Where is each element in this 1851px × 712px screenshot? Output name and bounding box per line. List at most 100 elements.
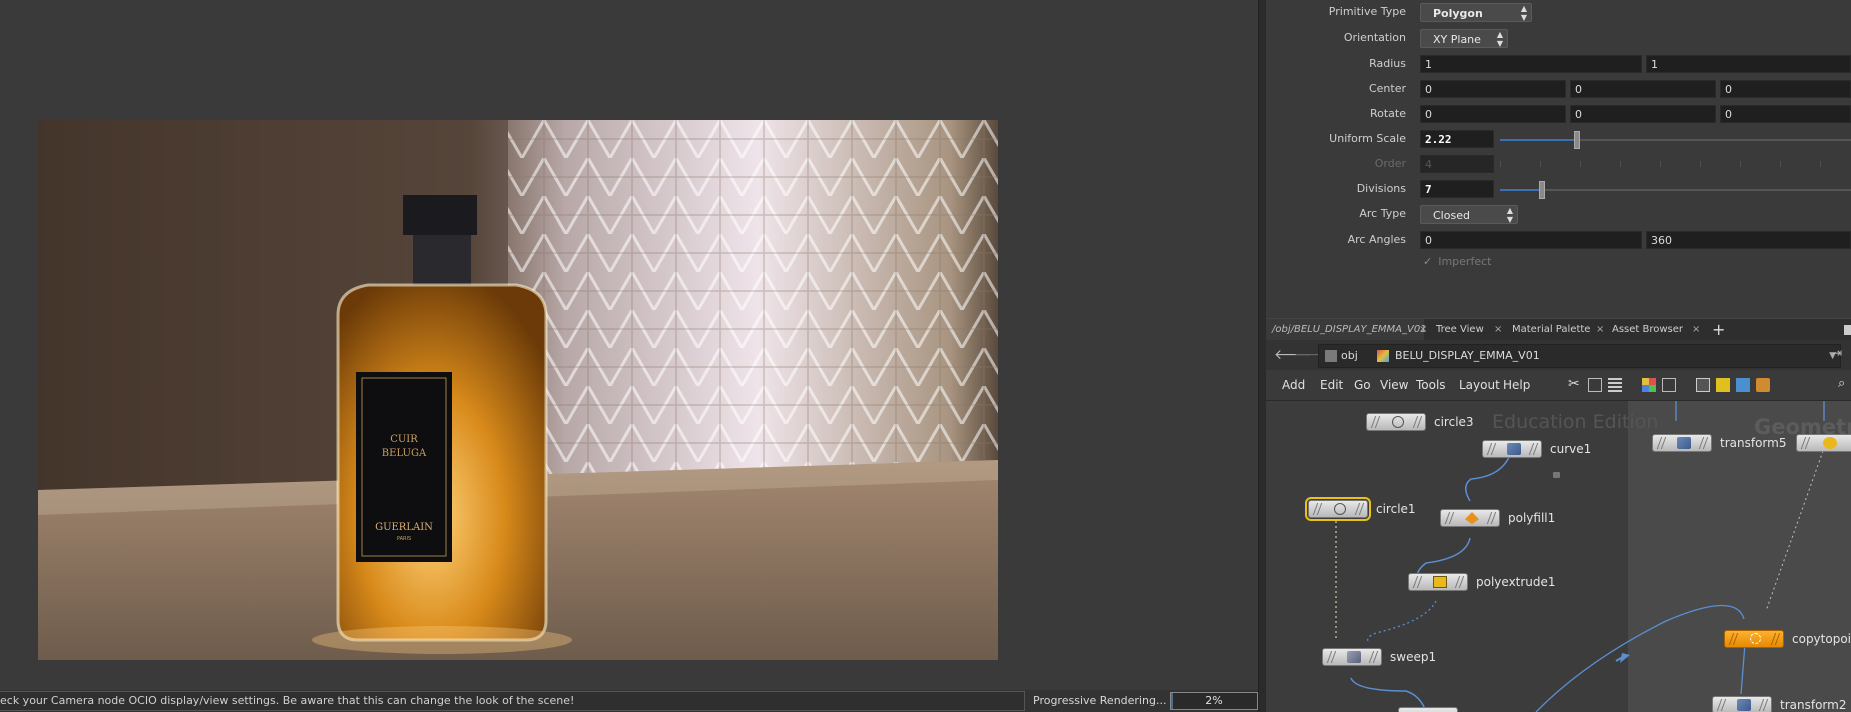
center-z-field[interactable]: 0 xyxy=(1720,80,1851,98)
dropdown-arrows-icon: ▲ ▼ xyxy=(1496,30,1503,48)
close-icon[interactable]: × xyxy=(1692,319,1700,341)
center-y-field[interactable]: 0 xyxy=(1570,80,1716,98)
param-uniform-scale: Uniform Scale 2.22 xyxy=(1266,128,1851,150)
orientation-dropdown[interactable]: XY Plane ▲ ▼ xyxy=(1420,29,1508,48)
sticky-note-icon[interactable] xyxy=(1716,378,1730,392)
arc-type-dropdown[interactable]: Closed ▲ ▼ xyxy=(1420,205,1518,224)
network-editor[interactable]: Education Edition Geometr circle3 curve1 xyxy=(1266,401,1851,712)
param-label: Radius xyxy=(1369,57,1406,70)
pin-icon[interactable]: ⇥ xyxy=(1832,346,1842,360)
imperfect-toggle[interactable]: ✓ Imperfect xyxy=(1423,255,1491,268)
node-label: transform5 xyxy=(1720,436,1787,450)
slider-handle[interactable] xyxy=(1539,181,1546,199)
tab-label: Tree View xyxy=(1436,324,1484,335)
dropdown-arrows-icon: ▲ ▼ xyxy=(1506,206,1513,224)
node-body[interactable] xyxy=(1652,434,1712,452)
bundle-icon[interactable] xyxy=(1756,378,1770,392)
transform-icon xyxy=(1737,699,1751,711)
tab-material-palette[interactable]: Material Palette xyxy=(1506,319,1600,341)
pane-menu-icon[interactable] xyxy=(1844,325,1851,335)
node-label: polyextrude1 xyxy=(1476,575,1556,589)
menu-go[interactable]: Go xyxy=(1354,370,1371,400)
grid-icon[interactable] xyxy=(1662,378,1676,392)
pane-tab-bar: /obj/BELU_DISPLAY_EMMA_V01 × Tree View ×… xyxy=(1266,318,1851,341)
list-icon[interactable] xyxy=(1608,378,1622,392)
radius-x-field[interactable]: 1 xyxy=(1420,55,1642,73)
path-root[interactable]: obj xyxy=(1341,345,1358,367)
dropdown-value: Polygon xyxy=(1433,7,1483,20)
rotate-z-field[interactable]: 0 xyxy=(1720,105,1851,123)
param-label: Uniform Scale xyxy=(1329,132,1406,145)
divisions-field[interactable]: 7 xyxy=(1420,180,1494,198)
menu-view[interactable]: View xyxy=(1380,370,1408,400)
obj-context-icon xyxy=(1325,350,1337,362)
search-icon[interactable]: ⌕ xyxy=(1838,376,1851,391)
center-x-field[interactable]: 0 xyxy=(1420,80,1566,98)
param-label: Primitive Type xyxy=(1328,5,1406,18)
close-icon[interactable]: × xyxy=(1419,319,1427,341)
menu-tools[interactable]: Tools xyxy=(1416,370,1446,400)
slider-handle[interactable] xyxy=(1574,131,1581,149)
copy-to-points-icon xyxy=(1750,633,1761,644)
render-viewport: CUIR BELUGA GUERLAIN PARIS eck your Came… xyxy=(0,0,1258,712)
node-body[interactable] xyxy=(1712,696,1772,712)
menu-layout[interactable]: Layout xyxy=(1459,370,1500,400)
path-current[interactable]: BELU_DISPLAY_EMMA_V01 xyxy=(1395,345,1540,367)
network-view-icon[interactable] xyxy=(1696,378,1710,392)
sweep-icon xyxy=(1347,651,1361,663)
node-label: circle3 xyxy=(1434,415,1474,429)
uniform-scale-slider[interactable] xyxy=(1500,131,1851,149)
uniform-scale-field[interactable]: 2.22 xyxy=(1420,130,1494,148)
status-message: eck your Camera node OCIO display/view s… xyxy=(0,691,1025,711)
divisions-slider[interactable] xyxy=(1500,181,1851,199)
node-label: sweep1 xyxy=(1390,650,1437,664)
color-palette-icon[interactable] xyxy=(1642,378,1656,392)
curve-icon xyxy=(1507,443,1521,455)
add-tab-button[interactable]: + xyxy=(1712,319,1725,341)
param-rotate: Rotate 0 0 0 xyxy=(1266,103,1851,125)
arc-angle-start-field[interactable]: 0 xyxy=(1420,231,1642,249)
node-body[interactable] xyxy=(1398,707,1458,712)
node-body[interactable] xyxy=(1440,509,1500,527)
menu-edit[interactable]: Edit xyxy=(1320,370,1343,400)
image-background-icon[interactable] xyxy=(1736,378,1750,392)
param-orientation: Orientation XY Plane ▲ ▼ xyxy=(1266,27,1851,49)
network-menu-bar: Add Edit Go View Tools Layout Help ✂ ⌕ xyxy=(1266,370,1851,401)
node-body[interactable] xyxy=(1305,497,1371,521)
node-body[interactable] xyxy=(1724,630,1784,648)
subnet-icon xyxy=(1377,350,1389,362)
close-icon[interactable]: × xyxy=(1494,319,1502,341)
node-body[interactable] xyxy=(1482,440,1542,458)
path-field[interactable]: obj BELU_DISPLAY_EMMA_V01 ▼ xyxy=(1318,344,1841,368)
param-arc-angles: Arc Angles 0 360 xyxy=(1266,229,1851,251)
parameter-panel: Primitive Type Polygon ▲ ▼ Orientation XY… xyxy=(1266,0,1851,318)
param-label: Center xyxy=(1368,82,1406,95)
menu-add[interactable]: Add xyxy=(1282,370,1305,400)
primitive-type-dropdown[interactable]: Polygon ▲ ▼ xyxy=(1420,3,1532,22)
param-center: Center 0 0 0 xyxy=(1266,78,1851,100)
polyfill-icon xyxy=(1465,512,1479,524)
arc-angle-end-field[interactable]: 360 xyxy=(1646,231,1851,249)
progress-bar: 2% xyxy=(1170,692,1258,710)
tab-network-path[interactable]: /obj/BELU_DISPLAY_EMMA_V01 xyxy=(1266,319,1427,341)
node-label: copytopoin xyxy=(1792,632,1851,646)
node-label: circle1 xyxy=(1376,502,1416,516)
bottle-label-line1: CUIR xyxy=(390,434,418,445)
close-icon[interactable]: × xyxy=(1596,319,1604,341)
wrench-icon[interactable]: ✂ xyxy=(1568,376,1582,392)
node-body[interactable] xyxy=(1796,434,1851,452)
tab-asset-browser[interactable]: Asset Browser xyxy=(1606,319,1692,341)
param-label: Rotate xyxy=(1369,107,1406,120)
rotate-y-field[interactable]: 0 xyxy=(1570,105,1716,123)
radius-y-field[interactable]: 1 xyxy=(1646,55,1851,73)
dropdown-value: Closed xyxy=(1433,209,1470,222)
node-body[interactable] xyxy=(1322,648,1382,666)
param-divisions: Divisions 7 xyxy=(1266,178,1851,200)
tree-icon[interactable] xyxy=(1588,378,1602,392)
lock-icon xyxy=(1553,472,1560,478)
rotate-x-field[interactable]: 0 xyxy=(1420,105,1566,123)
node-body[interactable] xyxy=(1366,413,1426,431)
menu-help[interactable]: Help xyxy=(1503,370,1530,400)
slider-fill xyxy=(1500,189,1543,191)
node-body[interactable] xyxy=(1408,573,1468,591)
